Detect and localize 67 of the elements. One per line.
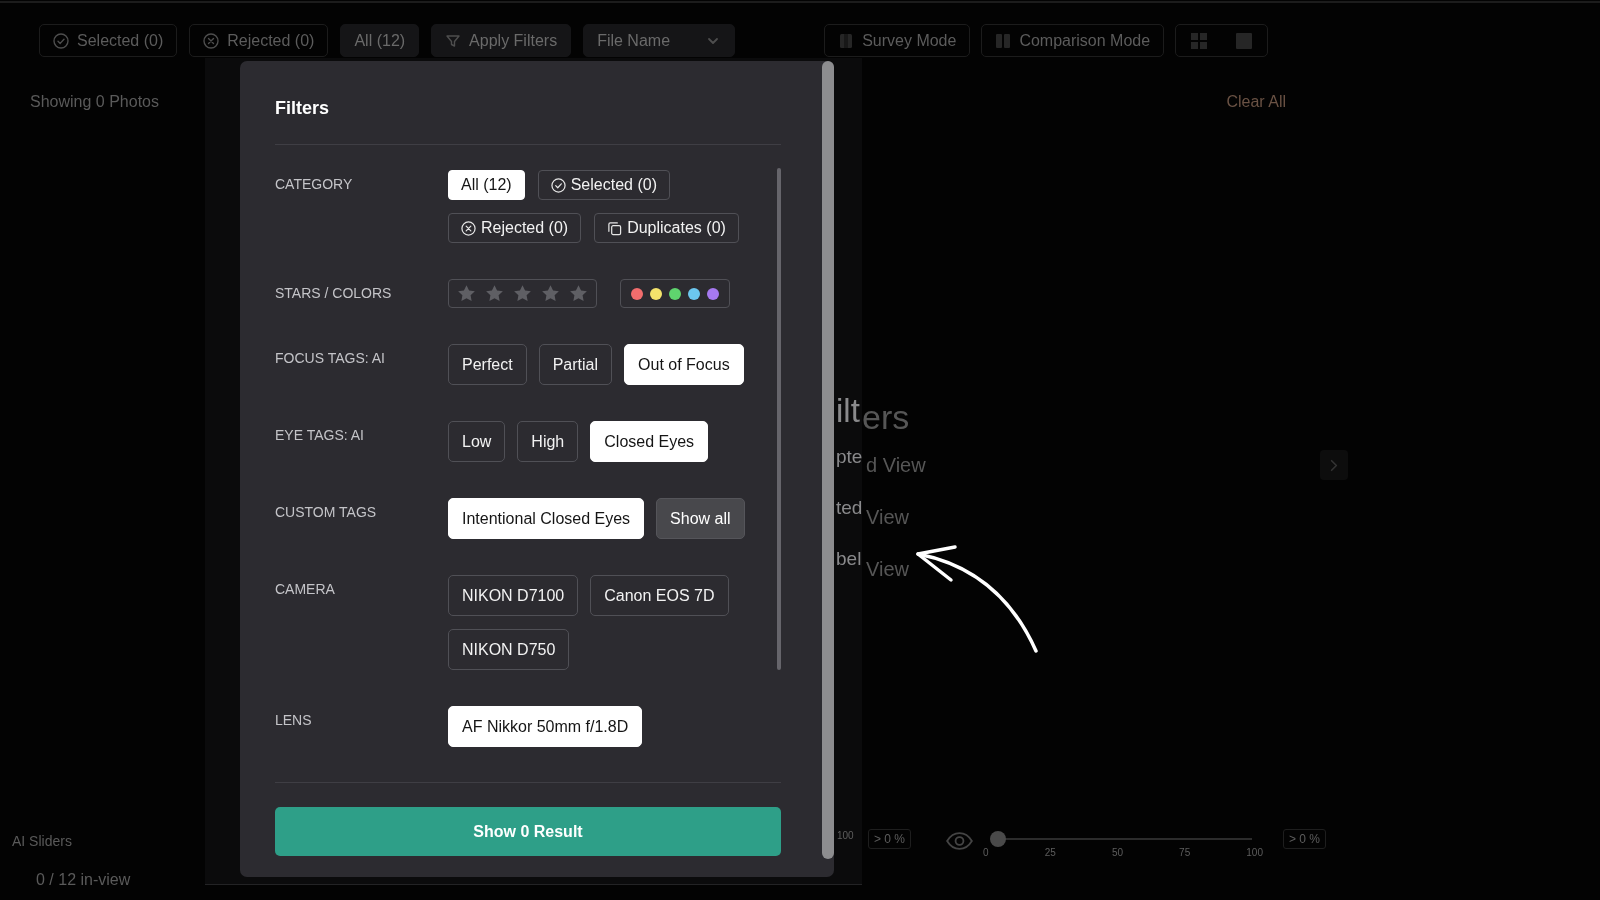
color-dot-icon[interactable]: [688, 287, 700, 300]
filter-icon: [445, 32, 462, 49]
filter-chip[interactable]: Partial: [538, 344, 613, 385]
x-circle-icon: [203, 32, 220, 49]
photo-count: Showing 0 Photos: [30, 92, 159, 112]
panel-title: ilt: [836, 392, 860, 430]
star-icon[interactable]: [485, 284, 504, 303]
panel-item[interactable]: pte: [836, 445, 863, 469]
filter-chip[interactable]: Rejected (0): [448, 213, 582, 243]
in-view-count: 0 / 12 in-view: [36, 870, 131, 890]
star-icon[interactable]: [569, 284, 588, 303]
scrollbar-thumb[interactable]: [777, 168, 781, 670]
section-label: LENS: [275, 711, 312, 730]
slider-tick-label: 100: [1246, 847, 1263, 859]
color-dot-icon[interactable]: [650, 287, 662, 300]
filter-chip[interactable]: Canon EOS 7D: [590, 575, 729, 616]
scrollbar-thumb[interactable]: [822, 61, 834, 859]
threshold-value: > 0 %: [868, 829, 911, 849]
panel-item[interactable]: ted: [836, 496, 863, 520]
filter-chip[interactable]: Perfect: [448, 344, 527, 385]
filter-chip[interactable]: High: [517, 421, 579, 462]
slider-thumb[interactable]: [990, 831, 1006, 847]
filter-chip[interactable]: Selected (0): [537, 170, 670, 200]
panel-icon: [838, 32, 855, 49]
section-title: AI Sliders: [12, 832, 72, 850]
section-label: FOCUS TAGS: AI: [275, 349, 385, 368]
filter-chip[interactable]: NIKON D750: [448, 629, 570, 670]
color-dot-icon[interactable]: [669, 287, 681, 300]
dialog-title: Filters: [275, 97, 330, 120]
columns-icon: [995, 32, 1012, 49]
section-label: EYE TAGS: AI: [275, 426, 364, 445]
threshold-value: > 0 %: [1283, 829, 1326, 849]
color-dot-icon[interactable]: [707, 287, 719, 300]
slider-tick-label: 25: [1044, 847, 1056, 859]
section-label: CUSTOM TAGS: [275, 503, 377, 522]
star-icon[interactable]: [513, 284, 532, 303]
filter-chip[interactable]: Low: [448, 421, 506, 462]
filter-chip[interactable]: All (12): [448, 170, 525, 200]
eye-icon[interactable]: [946, 832, 973, 850]
next-button[interactable]: [1320, 450, 1348, 480]
slider-tick-label: 0: [983, 847, 989, 859]
star-icon[interactable]: [541, 284, 560, 303]
star-rating[interactable]: [448, 279, 597, 308]
chevron-right-icon: [1330, 458, 1338, 472]
section-label: CAMERA: [275, 580, 335, 599]
panel-title: ers: [862, 397, 910, 437]
copy-icon: [607, 220, 623, 236]
slider-tick-label: 100: [837, 830, 854, 842]
filter-chip[interactable]: Duplicates (0): [594, 213, 739, 243]
filter-chip[interactable]: Intentional Closed Eyes: [448, 498, 645, 539]
check-circle-icon: [550, 177, 566, 193]
check-circle-icon: [53, 32, 69, 49]
x-circle-icon: [461, 220, 476, 236]
section-label: STARS / COLORS: [275, 284, 392, 303]
slider-tick-label: 75: [1179, 847, 1191, 859]
filter-chip[interactable]: AF Nikkor 50mm f/1.8D: [448, 706, 643, 747]
square-icon[interactable]: [1236, 32, 1253, 49]
slider-tick-label: 50: [1111, 847, 1123, 859]
panel-item[interactable]: bel: [836, 547, 862, 571]
section-label: CATEGORY: [275, 175, 353, 194]
show-all-button[interactable]: Show all: [656, 498, 745, 539]
color-dot-icon[interactable]: [631, 287, 643, 300]
star-icon[interactable]: [457, 284, 476, 303]
filter-chip[interactable]: Out of Focus: [624, 344, 744, 385]
filter-chip[interactable]: NIKON D7100: [448, 575, 579, 616]
filter-chip[interactable]: Closed Eyes: [590, 421, 709, 462]
grid-icon[interactable]: [1190, 32, 1207, 49]
